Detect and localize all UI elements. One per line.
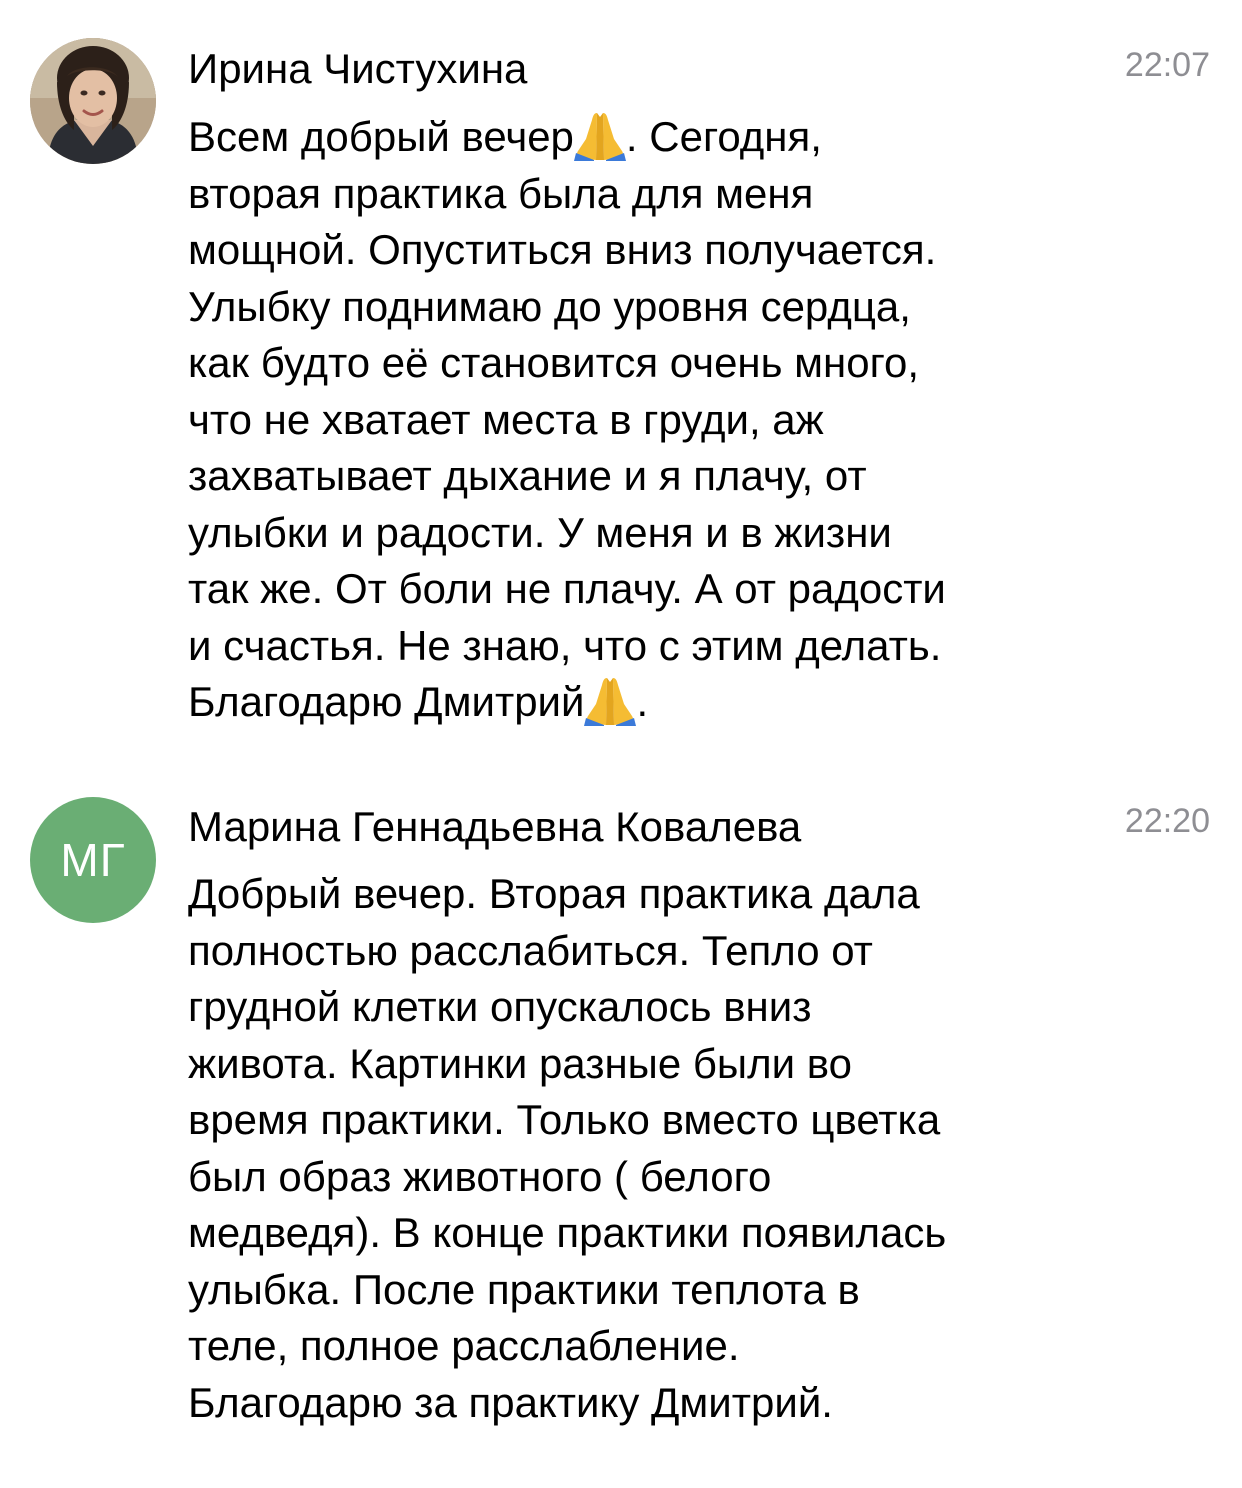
- folded-hands-icon: [584, 678, 637, 726]
- comment-line: время практики. Только вместо цветка: [188, 1096, 941, 1143]
- comment-line: Всем добрый вечер. Сегодня,: [188, 113, 822, 161]
- comment-time: 22:07: [1124, 46, 1210, 84]
- comment-line: Улыбку поднимаю до уровня сердца,: [188, 282, 911, 330]
- folded-hands-icon: [573, 113, 626, 161]
- comment-line: Благодарю за практику Дмитрий.: [188, 1378, 833, 1426]
- comment-line: мощной. Опуститься вниз получается.: [188, 226, 937, 273]
- avatar[interactable]: МГ: [30, 797, 156, 923]
- comment-line: улыбка. После практики теплота в: [188, 1265, 860, 1313]
- comment-author[interactable]: Ирина Чистухина: [188, 41, 527, 97]
- comment-line: грудной клетки опускалось вниз: [188, 983, 812, 1030]
- avatar-initials: МГ: [60, 834, 126, 886]
- comment-line: как будто её становится очень много,: [188, 339, 920, 386]
- comment-line: и счастья. Не знаю, что с этим делать.: [188, 621, 942, 669]
- comment-line: вторая практика была для меня: [188, 169, 814, 217]
- comment-author[interactable]: Марина Геннадьевна Ковалева: [188, 799, 801, 855]
- comment-line: улыбки и радости. У меня и в жизни: [188, 508, 892, 556]
- comment-line: полностью расслабиться. Тепло от: [188, 926, 873, 974]
- comment-line: медведя). В конце практики появилась: [188, 1209, 947, 1256]
- comment-line: Добрый вечер. Вторая практика дала: [188, 870, 920, 917]
- comment-line: так же. От боли не плачу. А от радости: [188, 565, 946, 612]
- comment-text: Всем добрый вечер. Сегодня, вторая практ…: [188, 109, 1198, 731]
- comment-line: Благодарю Дмитрий.: [188, 678, 649, 726]
- comment-line: захватывает дыхание и я плачу, от: [188, 452, 867, 499]
- comment-time: 22:20: [1124, 802, 1210, 840]
- user-photo-icon: [30, 38, 156, 164]
- comment-line: живота. Картинки разные были во: [188, 1039, 852, 1087]
- comment-line: теле, полное расслабление.: [188, 1322, 740, 1369]
- comment-line: был образ животного ( белого: [188, 1152, 772, 1200]
- avatar[interactable]: [30, 38, 156, 164]
- comment-line: что не хватает места в груди, аж: [188, 395, 824, 443]
- comment-text: Добрый вечер. Вторая практика дала полно…: [188, 866, 1198, 1431]
